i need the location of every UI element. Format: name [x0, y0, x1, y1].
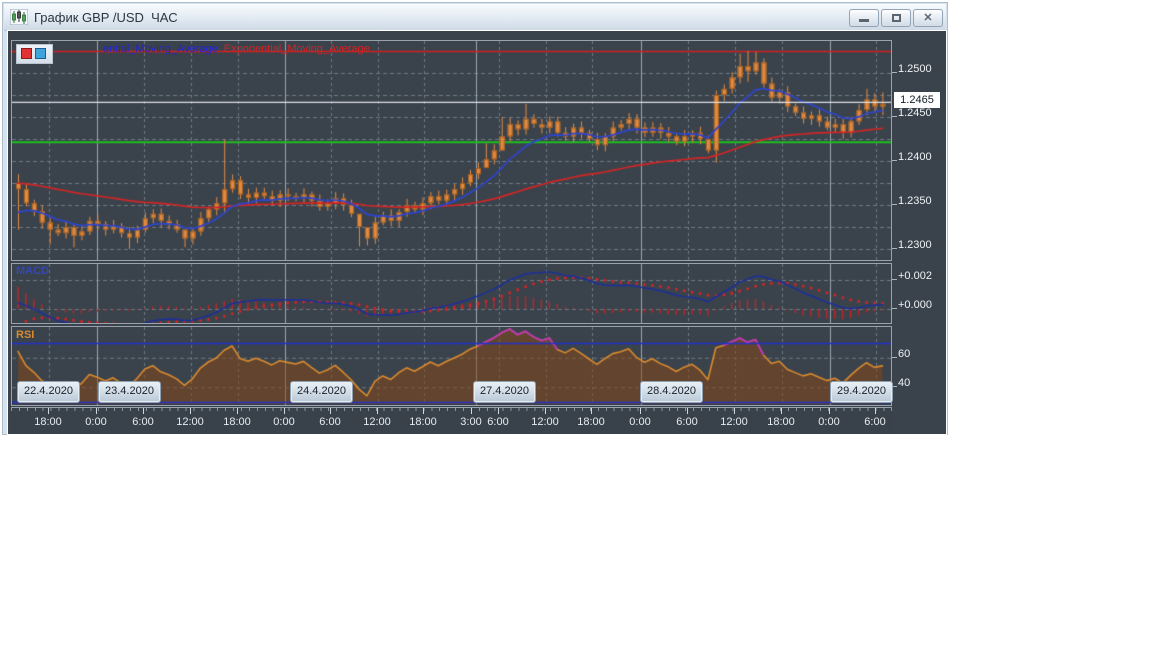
price-pane [11, 40, 892, 261]
time-axis-tick [237, 408, 238, 414]
time-axis-label: 18:00 [577, 416, 605, 428]
rsi-axis-label: 40 [898, 377, 911, 390]
macd-axis-label: +0.000 [898, 299, 932, 311]
time-axis-label: 0:00 [273, 416, 295, 428]
time-axis-label: 0:00 [818, 416, 840, 428]
time-axis-tick [687, 408, 688, 414]
time-axis-label: 6:00 [319, 416, 341, 428]
time-axis[interactable]: 18:00 0:00 6:00 12:00 18:00 0:00 6:00 12:00 18:0… [11, 407, 892, 434]
price-axis-tick [892, 204, 897, 205]
time-axis-label: 0:00 [629, 416, 651, 428]
rsi-axis-tick [892, 356, 897, 358]
time-axis-tick [96, 408, 97, 414]
date-marker[interactable]: 24.4.2020 [290, 381, 353, 403]
time-axis-tick [423, 408, 424, 414]
restore-button[interactable] [881, 9, 911, 27]
macd-chart-canvas[interactable] [12, 264, 891, 323]
macd-pane [11, 263, 892, 324]
price-axis-label: 1.2500 [898, 63, 932, 75]
price-axis-label: 1.2350 [898, 195, 932, 207]
time-axis-label: 6:00 [864, 416, 886, 428]
indicator-legend-labels: ential_Moving_Average Exponential_Moving_… [103, 43, 376, 55]
time-axis-tick [545, 408, 546, 414]
rsi-pane-title: RSI [16, 329, 35, 341]
time-axis-tick [781, 408, 782, 414]
rsi-axis-label: 60 [898, 347, 911, 360]
close-button[interactable]: ✕ [913, 9, 943, 27]
minimize-icon [859, 19, 869, 22]
time-axis-tick [498, 408, 499, 414]
time-axis-tick [471, 408, 472, 414]
legend-item-label: ential_Moving_Average [103, 43, 218, 55]
time-axis-tick [284, 408, 285, 414]
time-axis-label: 12:00 [720, 416, 748, 428]
indicator-legend-box[interactable] [16, 44, 53, 64]
date-marker[interactable]: 28.4.2020 [640, 381, 703, 403]
macd-pane-title: MACD [16, 265, 49, 277]
time-axis-tick [48, 408, 49, 414]
date-marker[interactable]: 29.4.2020 [830, 381, 893, 403]
time-axis-label: 0:00 [85, 416, 107, 428]
date-marker[interactable]: 27.4.2020 [473, 381, 536, 403]
time-axis-label: 18:00 [767, 416, 795, 428]
macd-axis-tick [892, 308, 897, 309]
time-axis-tick [377, 408, 378, 414]
time-axis-label: 18:00 [34, 416, 62, 428]
restore-icon [891, 14, 901, 22]
time-axis-label: 18:00 [409, 416, 437, 428]
price-axis-tick [892, 72, 897, 73]
date-marker[interactable]: 23.4.2020 [98, 381, 161, 403]
time-axis-tick [143, 408, 144, 414]
time-axis-tick [875, 408, 876, 414]
time-axis-label: 6:00 [487, 416, 509, 428]
window-title: График GBP /USD ЧАС [34, 9, 178, 25]
time-axis-label: 6:00 [132, 416, 154, 428]
blue-indicator-swatch[interactable] [35, 48, 46, 59]
price-axis-tick [892, 160, 897, 161]
time-axis-label: 12:00 [176, 416, 204, 428]
time-axis-tick [640, 408, 641, 414]
price-axis-tick [892, 248, 897, 249]
time-axis-label: 12:00 [363, 416, 391, 428]
time-axis-label: 12:00 [531, 416, 559, 428]
price-chart-canvas[interactable] [12, 41, 891, 260]
time-axis-label: 18:00 [223, 416, 251, 428]
price-axis-label: 1.2400 [898, 151, 932, 163]
current-price-badge: 1.2465 [894, 92, 940, 108]
macd-axis-tick [892, 279, 897, 280]
chart-window: График GBP /USD ЧАС ✕ 18:00 0:00 6:00 12:00… [2, 2, 948, 435]
price-axis-label: 1.2300 [898, 239, 932, 251]
red-indicator-swatch[interactable] [21, 48, 32, 59]
time-axis-tick [330, 408, 331, 414]
time-axis-label: 6:00 [676, 416, 698, 428]
close-icon: ✕ [923, 11, 933, 24]
time-axis-tick [190, 408, 191, 414]
price-axis-label: 1.2450 [898, 107, 932, 119]
date-marker[interactable]: 22.4.2020 [17, 381, 80, 403]
time-axis-tick [591, 408, 592, 414]
title-bar[interactable]: График GBP /USD ЧАС [4, 4, 946, 31]
candlestick-chart-icon [10, 9, 28, 25]
time-axis-tick [734, 408, 735, 414]
legend-item-label: Exponential_Moving_Average [223, 43, 370, 55]
price-axis-tick [892, 116, 897, 117]
macd-axis-label: +0.002 [898, 270, 932, 282]
minimize-button[interactable] [849, 9, 879, 27]
time-axis-tick [829, 408, 830, 414]
